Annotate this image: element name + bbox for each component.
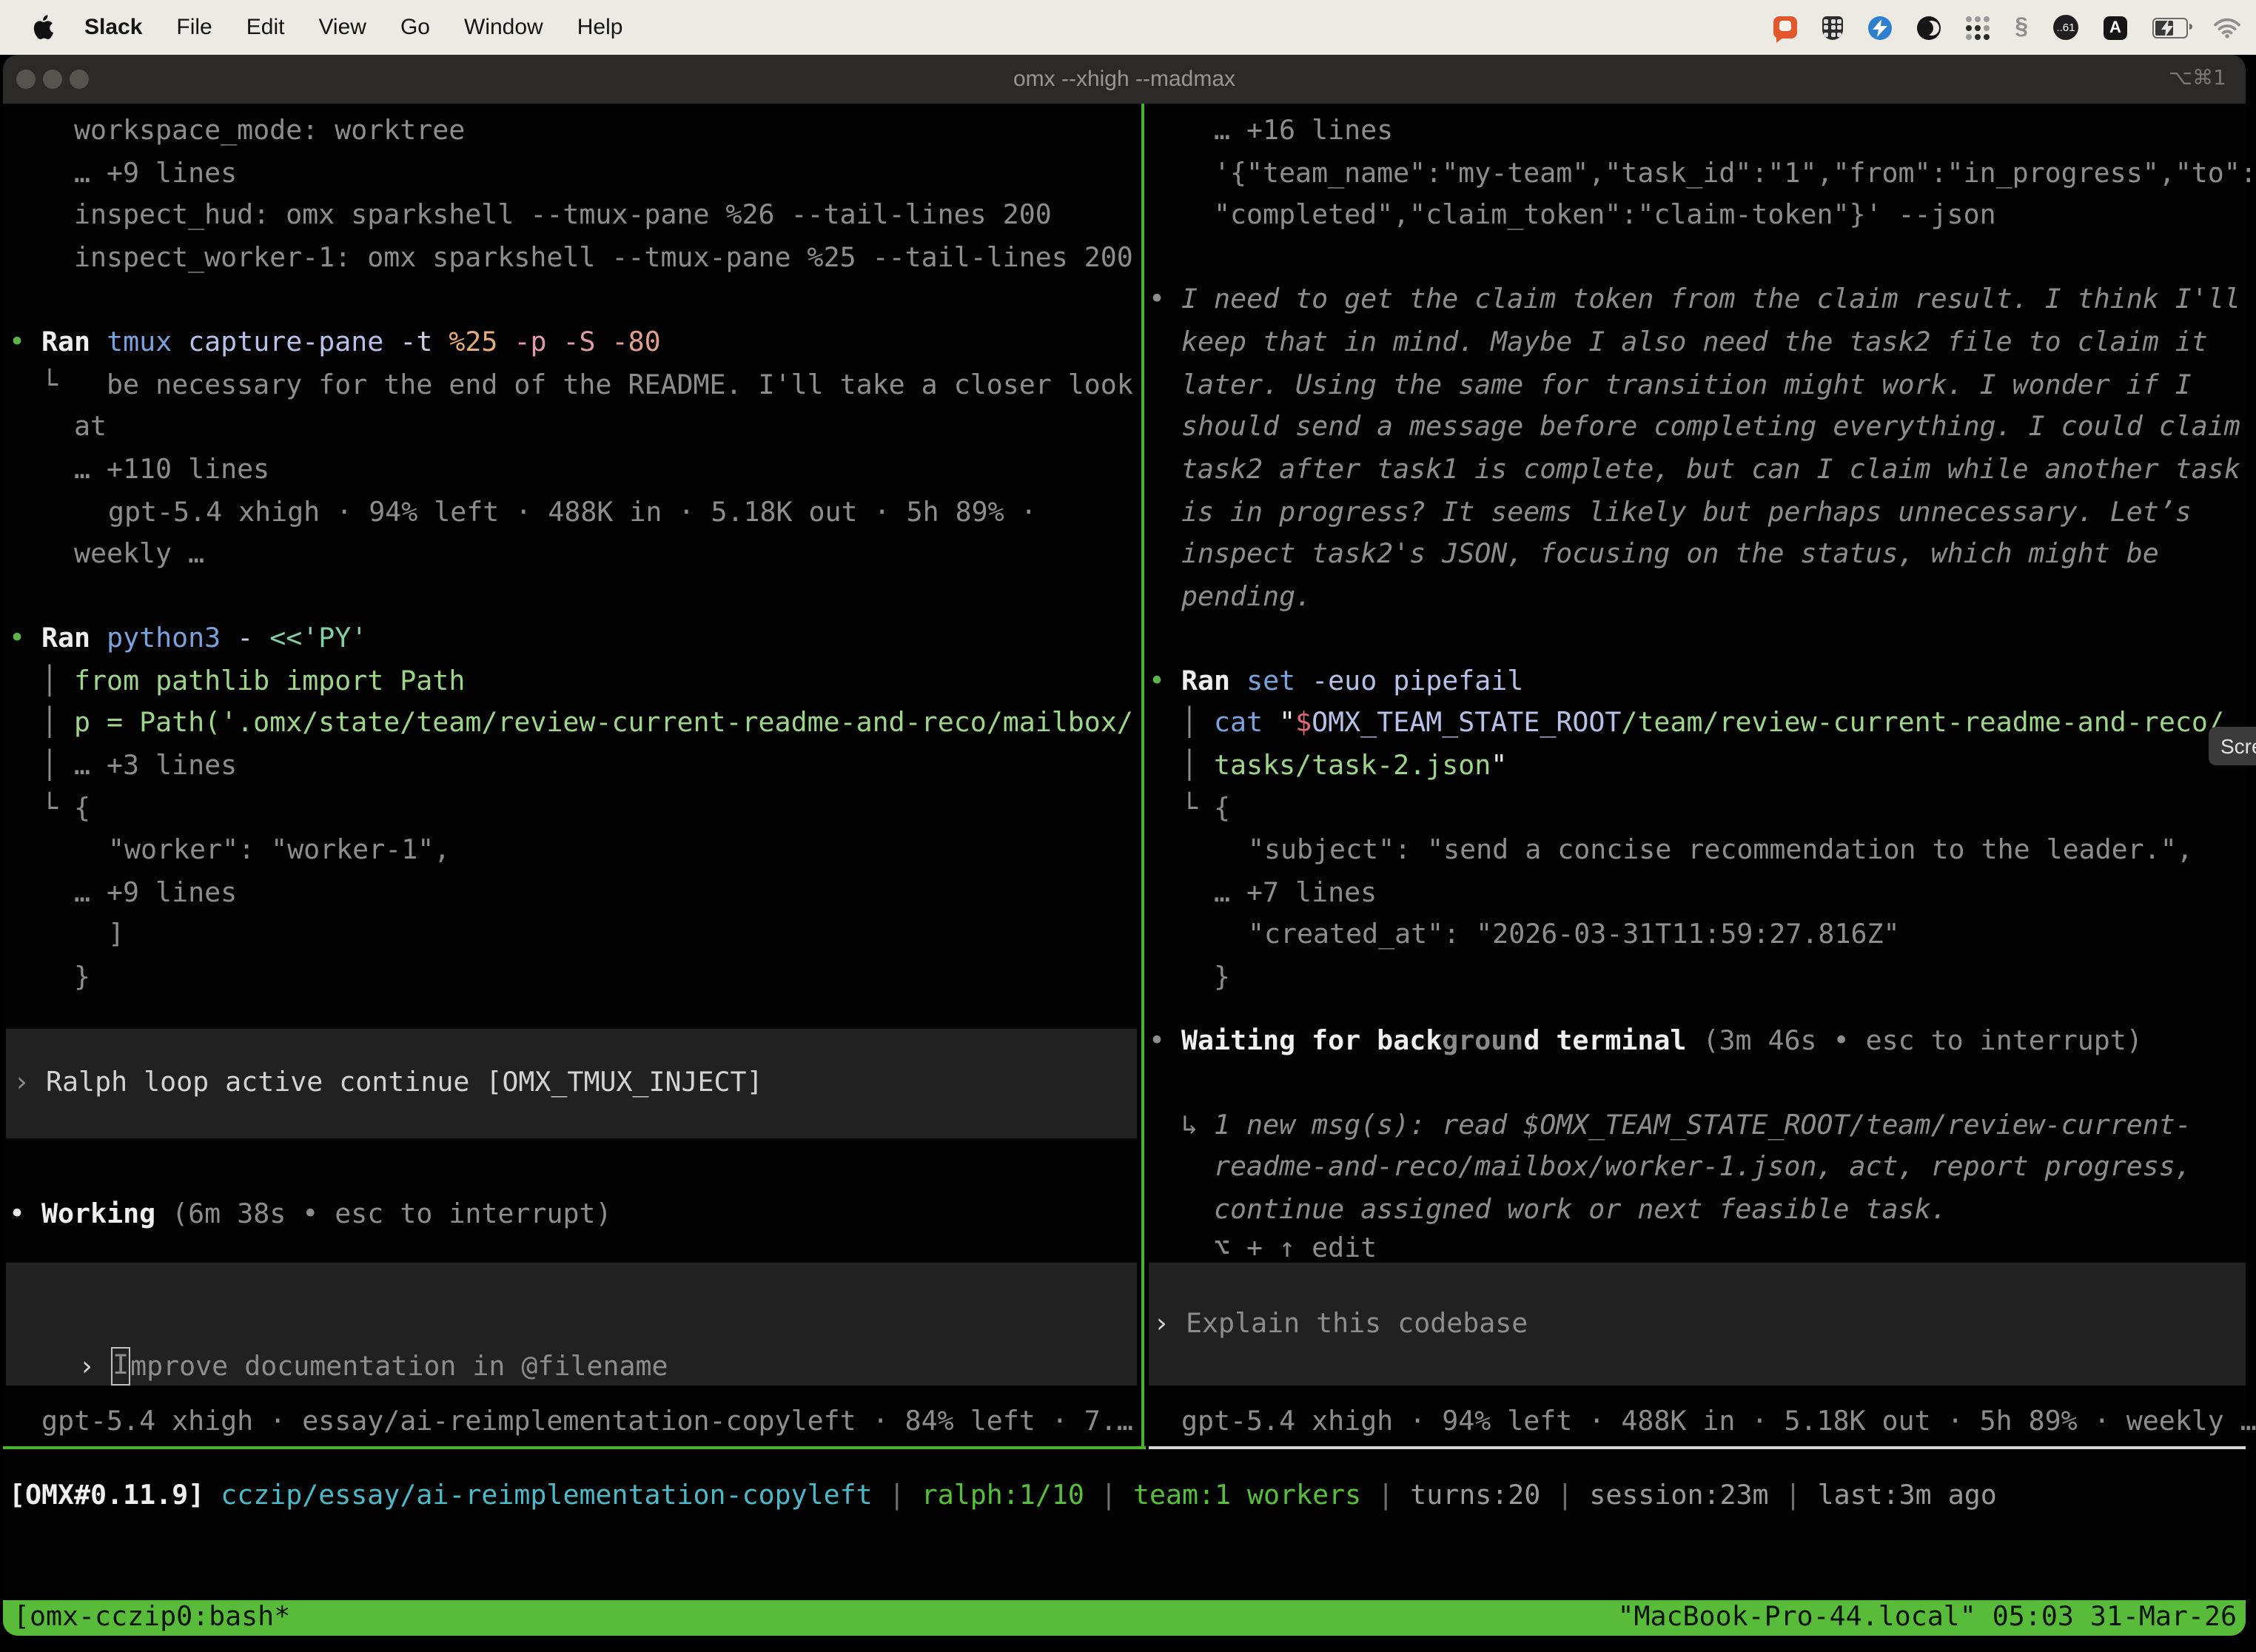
dots-grid-icon[interactable] <box>1966 16 1990 39</box>
terminal-line: "created_at": "2026-03-31T11:59:27.816Z" <box>1248 913 1900 956</box>
terminal-line: "completed","claim_token":"claim-token"}… <box>1214 194 1996 237</box>
pane-separator[interactable] <box>1141 104 1144 1448</box>
ran-command-line: • Ran tmux capture-pane -t %25 -p -S -80 <box>9 321 661 364</box>
thinking-line: task2 after task1 is complete, but can I… <box>1181 449 2240 491</box>
terminal-line: gpt-5.4 xhigh · 94% left · 488K in · 5.1… <box>108 491 1037 534</box>
thinking-line: should send a message before completing … <box>1181 406 2240 449</box>
menu-app-name[interactable]: Slack <box>84 15 142 40</box>
terminal-line: … +9 lines <box>74 872 237 915</box>
tmux-session-label: [omx-cczip0:bash* <box>13 1600 290 1636</box>
menu-bar: Slack File Edit View Go Window Help § ..… <box>0 0 2256 55</box>
menu-help[interactable]: Help <box>577 15 623 40</box>
prompt-chevron: › <box>78 1352 111 1383</box>
model-status-line: gpt-5.4 xhigh · essay/ai-reimplementatio… <box>41 1400 1133 1443</box>
terminal-line: └ { <box>1181 788 1230 830</box>
apple-menu-icon[interactable] <box>33 15 53 40</box>
terminal-line: } <box>74 956 90 999</box>
omx-status-line: [OMX#0.11.9] cczip/essay/ai-reimplementa… <box>9 1474 1997 1517</box>
window-titlebar[interactable]: omx --xhigh --madmax ⌥⌘1 <box>3 55 2246 104</box>
terminal-line: … +110 lines <box>74 449 269 491</box>
terminal-line: └ be necessary for the end of the README… <box>41 364 1133 407</box>
terminal-line: ] <box>108 913 124 956</box>
window-shortcut: ⌥⌘1 <box>2169 55 2226 104</box>
screen-tooltip: Scre <box>2209 727 2256 765</box>
right-pane-border <box>1149 1446 2246 1449</box>
terminal-line: '{"team_name":"my-team","task_id":"1","f… <box>1214 152 2256 195</box>
ran-command-line: • Ran set -euo pipefail <box>1149 660 1523 703</box>
thinking-line: later. Using the same for transition mig… <box>1181 364 2192 407</box>
terminal-line: … +7 lines <box>1214 872 1377 915</box>
terminal-line: "subject": "send a concise recommendatio… <box>1248 829 2193 872</box>
terminal-line: │ … +3 lines <box>41 745 237 788</box>
thinking-line: inspect task2's JSON, focusing on the st… <box>1181 533 2159 576</box>
menu-status-tray: § ..61 A <box>1773 0 2241 55</box>
crescent-app-icon[interactable] <box>1917 16 1941 39</box>
text-cursor: I <box>111 1346 130 1385</box>
input-placeholder: mprove documentation in @filename <box>130 1352 668 1383</box>
prompt-input-left[interactable]: › Improve documentation in @filename <box>13 1303 668 1346</box>
thinking-line: pending. <box>1181 576 1312 619</box>
desktop: Slack File Edit View Go Window Help § ..… <box>0 0 2256 1652</box>
menu-edit[interactable]: Edit <box>246 15 285 40</box>
waiting-status-line: • Waiting for background terminal (3m 46… <box>1149 1020 2143 1063</box>
terminal-line: inspect_hud: omx sparkshell --tmux-pane … <box>74 194 1052 237</box>
wifi-icon[interactable] <box>2213 17 2241 38</box>
terminal-line: weekly … <box>74 533 204 576</box>
terminal-line: … +9 lines <box>74 152 237 195</box>
battery-icon[interactable] <box>2152 17 2188 38</box>
squiggle-icon[interactable]: § <box>2015 16 2028 39</box>
keyboard-shield-icon[interactable] <box>1822 16 1843 39</box>
model-status-line: gpt-5.4 xhigh · 94% left · 488K in · 5.1… <box>1181 1400 2256 1443</box>
message-hint-line: ↳ 1 new msg(s): read $OMX_TEAM_STATE_ROO… <box>1181 1104 2192 1147</box>
terminal-line: │ p = Path('.omx/state/team/review-curre… <box>41 702 1133 745</box>
terminal-line: │ cat "$OMX_TEAM_STATE_ROOT/team/review-… <box>1181 702 2224 745</box>
prompt-input-right[interactable]: › Explain this codebase <box>1153 1303 1528 1346</box>
screen-recording-icon[interactable] <box>1773 16 1797 38</box>
terminal-line: … +16 lines <box>1214 110 1393 152</box>
lightning-bolt-icon[interactable] <box>1868 16 1892 39</box>
terminal-line: } <box>1214 956 1230 999</box>
message-hint-line: readme-and-reco/mailbox/worker-1.json, a… <box>1214 1146 2192 1189</box>
terminal-line: │ tasks/task-2.json" <box>1181 745 1507 788</box>
terminal-line: "worker": "worker-1", <box>108 829 450 872</box>
tmux-host-clock: "MacBook-Pro-44.local" 05:03 31-Mar-26 <box>1618 1600 2237 1636</box>
ralph-loop-banner: › Ralph loop active continue [OMX_TMUX_I… <box>13 1061 763 1104</box>
thinking-line: • I need to get the claim token from the… <box>1149 278 2240 321</box>
input-source-icon[interactable]: A <box>2104 16 2127 39</box>
window-title: omx --xhigh --madmax <box>3 55 2246 104</box>
left-pane-border <box>3 1446 1146 1449</box>
menu-window[interactable]: Window <box>464 15 543 40</box>
menu-view[interactable]: View <box>318 15 366 40</box>
tmux-status-bar: [omx-cczip0:bash* "MacBook-Pro-44.local"… <box>3 1600 2246 1636</box>
stat-badge-icon[interactable]: ..61 <box>2053 15 2078 40</box>
menu-go[interactable]: Go <box>400 15 430 40</box>
terminal-line: workspace_mode: worktree <box>74 110 465 152</box>
terminal-line: inspect_worker-1: omx sparkshell --tmux-… <box>74 237 1133 280</box>
ran-command-line: • Ran python3 - <<'PY' <box>9 617 367 660</box>
terminal-line: └ { <box>41 788 90 830</box>
terminal-line: at <box>74 406 107 449</box>
working-status-line: • Working (6m 38s • esc to interrupt) <box>9 1193 612 1236</box>
thinking-line: keep that in mind. Maybe I also need the… <box>1181 321 2208 364</box>
edit-shortcut-hint: ⌥ + ↑ edit <box>1214 1227 1377 1270</box>
menu-file[interactable]: File <box>176 15 212 40</box>
message-hint-line: continue assigned work or next feasible … <box>1214 1189 1947 1232</box>
terminal-line: │ from pathlib import Path <box>41 660 465 703</box>
thinking-line: is in progress? It seems likely but perh… <box>1181 491 2192 534</box>
